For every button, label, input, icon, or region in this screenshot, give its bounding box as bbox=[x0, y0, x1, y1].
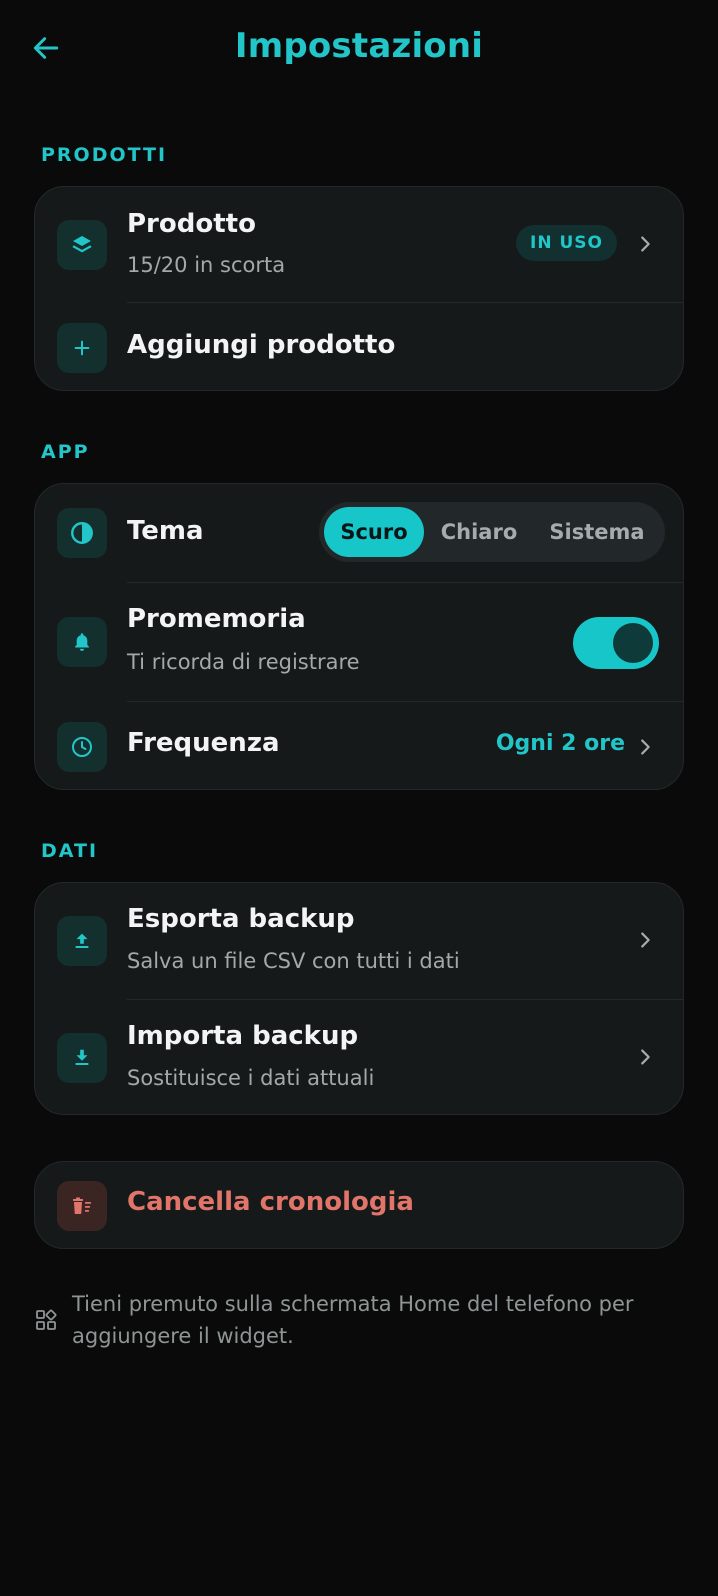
layers-icon bbox=[72, 236, 92, 253]
widgets-icon bbox=[36, 1309, 57, 1330]
data-card: Esporta backup Salva un file CSV con tut… bbox=[34, 882, 684, 1115]
reminder-row: Promemoria Ti ricorda di registrare bbox=[35, 583, 683, 701]
import-subtitle: Sostituisce i dati attuali bbox=[127, 1066, 375, 1090]
frequency-row[interactable]: Frequenza Ogni 2 ore bbox=[35, 702, 683, 789]
product-title: Prodotto bbox=[127, 209, 256, 239]
add-product-row[interactable]: Aggiungi prodotto bbox=[35, 303, 683, 390]
app-card: Tema Scuro Chiaro Sistema Promemoria Ti … bbox=[34, 483, 684, 790]
download-icon bbox=[75, 1049, 89, 1066]
export-title: Esporta backup bbox=[127, 904, 355, 934]
theme-segmented-control: Scuro Chiaro Sistema bbox=[319, 502, 665, 562]
upload-icon bbox=[75, 933, 89, 949]
import-icon-box bbox=[57, 1033, 107, 1083]
bell-icon bbox=[75, 633, 89, 651]
settings-screen: Impostazioni PRODOTTI Prodotto 15/20 in … bbox=[0, 0, 718, 1596]
import-title: Importa backup bbox=[127, 1021, 359, 1051]
section-label-products: PRODOTTI bbox=[41, 144, 168, 166]
in-use-badge: IN USO bbox=[516, 225, 617, 261]
clear-history-icon-box bbox=[57, 1181, 107, 1231]
frequency-icon-box bbox=[57, 722, 107, 772]
reminder-title: Promemoria bbox=[127, 604, 306, 634]
add-product-label: Aggiungi prodotto bbox=[127, 330, 396, 360]
export-backup-row[interactable]: Esporta backup Salva un file CSV con tut… bbox=[35, 883, 683, 999]
theme-icon-box bbox=[57, 508, 107, 558]
chevron-right-icon bbox=[633, 928, 657, 952]
clear-history-button[interactable]: Cancella cronologia bbox=[35, 1162, 683, 1248]
chevron-right-icon bbox=[633, 735, 657, 759]
reminder-subtitle: Ti ricorda di registrare bbox=[127, 650, 360, 674]
section-label-app: APP bbox=[41, 441, 90, 463]
frequency-title: Frequenza bbox=[127, 728, 280, 758]
toggle-knob bbox=[613, 623, 653, 663]
contrast-icon bbox=[71, 522, 93, 544]
section-label-data: DATI bbox=[41, 840, 99, 862]
theme-title: Tema bbox=[127, 516, 204, 546]
products-card: Prodotto 15/20 in scorta IN USO Aggiungi… bbox=[34, 186, 684, 391]
theme-option-system[interactable]: Sistema bbox=[534, 507, 660, 557]
chevron-right-icon bbox=[633, 232, 657, 256]
product-row[interactable]: Prodotto 15/20 in scorta IN USO bbox=[35, 187, 683, 302]
product-stock: 15/20 in scorta bbox=[127, 253, 286, 277]
frequency-value: Ogni 2 ore bbox=[495, 731, 625, 756]
reminder-icon-box bbox=[57, 617, 107, 667]
theme-option-light[interactable]: Chiaro bbox=[424, 507, 534, 557]
widget-tip-text: Tieni premuto sulla schermata Home del t… bbox=[72, 1292, 634, 1348]
theme-option-dark[interactable]: Scuro bbox=[324, 507, 424, 557]
clock-icon bbox=[72, 737, 92, 757]
export-subtitle: Salva un file CSV con tutti i dati bbox=[127, 949, 460, 973]
import-backup-row[interactable]: Importa backup Sostituisce i dati attual… bbox=[35, 1000, 683, 1114]
clear-history-card: Cancella cronologia bbox=[34, 1161, 684, 1249]
add-icon-box bbox=[57, 323, 107, 373]
plus-icon bbox=[74, 340, 90, 356]
page-title: Impostazioni bbox=[234, 26, 484, 66]
trash-icon bbox=[73, 1197, 91, 1214]
reminder-toggle[interactable] bbox=[573, 617, 659, 669]
clear-history-label: Cancella cronologia bbox=[127, 1187, 414, 1217]
app-header: Impostazioni bbox=[0, 0, 718, 100]
chevron-right-icon bbox=[633, 1045, 657, 1069]
export-icon-box bbox=[57, 916, 107, 966]
product-icon-box bbox=[57, 220, 107, 270]
theme-row: Tema Scuro Chiaro Sistema bbox=[35, 484, 683, 582]
